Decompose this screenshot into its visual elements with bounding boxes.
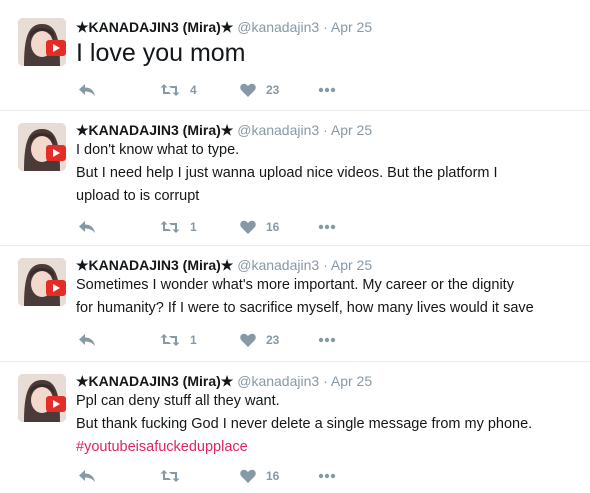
more-button[interactable] (318, 466, 336, 486)
tweet-text-line: upload to is corrupt (76, 188, 200, 204)
tweet[interactable]: ★KANADAJIN3 (Mira)★ @kanadajin3 · Apr 25… (0, 110, 590, 245)
like-count: 16 (266, 469, 280, 483)
tweet-text-line: Sometimes I wonder what's more important… (76, 277, 514, 293)
display-name[interactable]: ★KANADAJIN3 (Mira)★ (76, 257, 233, 273)
avatar-image (18, 18, 66, 66)
like-count: 23 (266, 83, 280, 97)
tweet-actions: 1 16 (76, 217, 476, 237)
tweet-text: Sometimes I wonder what's more important… (76, 274, 586, 320)
like-count: 23 (266, 333, 280, 347)
reply-button[interactable] (78, 80, 96, 100)
like-button[interactable]: 16 (240, 217, 279, 237)
separator-dot: · (323, 122, 328, 138)
like-icon (240, 333, 256, 347)
display-name[interactable]: ★KANADAJIN3 (Mira)★ (76, 122, 233, 138)
tweet-timestamp[interactable]: Apr 25 (331, 257, 372, 273)
tweet-header: ★KANADAJIN3 (Mira)★ @kanadajin3 · Apr 25 (76, 18, 372, 36)
more-icon (318, 224, 336, 230)
tweet-header: ★KANADAJIN3 (Mira)★ @kanadajin3 · Apr 25 (76, 121, 372, 139)
tweet-text-line: But I need help I just wanna upload nice… (76, 165, 498, 181)
reply-icon (79, 470, 95, 482)
more-button[interactable] (318, 330, 336, 350)
tweet-header: ★KANADAJIN3 (Mira)★ @kanadajin3 · Apr 25 (76, 372, 372, 390)
like-count: 16 (266, 220, 280, 234)
tweet-header: ★KANADAJIN3 (Mira)★ @kanadajin3 · Apr 25 (76, 256, 372, 274)
tweet-actions: 4 23 (76, 80, 476, 100)
tweet-actions: 1 23 (76, 330, 476, 350)
retweet-icon (160, 84, 180, 96)
tweet-timestamp[interactable]: Apr 25 (331, 19, 372, 35)
retweet-count: 1 (190, 220, 197, 234)
retweet-button[interactable]: 4 (160, 80, 197, 100)
retweet-count: 1 (190, 333, 197, 347)
like-icon (240, 220, 256, 234)
tweet-text-line: I love you mom (76, 39, 246, 67)
display-name[interactable]: ★KANADAJIN3 (Mira)★ (76, 373, 233, 389)
user-handle[interactable]: @kanadajin3 (237, 257, 319, 273)
avatar[interactable] (18, 18, 66, 66)
tweet-actions: 16 (76, 466, 476, 486)
user-handle[interactable]: @kanadajin3 (237, 373, 319, 389)
tweet-text: I love you mom (76, 38, 586, 68)
tweet-timestamp[interactable]: Apr 25 (331, 122, 372, 138)
avatar[interactable] (18, 258, 66, 306)
tweet-text-line: Ppl can deny stuff all they want. (76, 393, 280, 409)
reply-icon (79, 334, 95, 346)
reply-icon (79, 221, 95, 233)
more-button[interactable] (318, 217, 336, 237)
tweet[interactable]: ★KANADAJIN3 (Mira)★ @kanadajin3 · Apr 25… (0, 0, 590, 110)
retweet-icon (160, 221, 180, 233)
tweet[interactable]: ★KANADAJIN3 (Mira)★ @kanadajin3 · Apr 25… (0, 245, 590, 361)
retweet-count: 4 (190, 83, 197, 97)
like-button[interactable]: 16 (240, 466, 279, 486)
hashtag-link[interactable]: #youtubeisafuckedupplace (76, 436, 586, 459)
like-icon (240, 83, 256, 97)
retweet-icon (160, 470, 180, 482)
avatar-image (18, 258, 66, 306)
reply-button[interactable] (78, 466, 96, 486)
user-handle[interactable]: @kanadajin3 (237, 19, 319, 35)
tweet-text: Ppl can deny stuff all they want. But th… (76, 390, 586, 459)
more-icon (318, 337, 336, 343)
tweet-text-line: But thank fucking God I never delete a s… (76, 416, 533, 432)
avatar-image (18, 374, 66, 422)
like-button[interactable]: 23 (240, 330, 279, 350)
display-name[interactable]: ★KANADAJIN3 (Mira)★ (76, 19, 233, 35)
separator-dot: · (323, 373, 328, 389)
reply-icon (79, 84, 95, 96)
tweet-text-line: I don't know what to type. (76, 142, 240, 158)
tweet-timestamp[interactable]: Apr 25 (331, 373, 372, 389)
avatar[interactable] (18, 374, 66, 422)
retweet-button[interactable] (160, 466, 190, 486)
like-icon (240, 469, 256, 483)
retweet-button[interactable]: 1 (160, 217, 197, 237)
like-button[interactable]: 23 (240, 80, 279, 100)
reply-button[interactable] (78, 217, 96, 237)
retweet-icon (160, 334, 180, 346)
separator-dot: · (323, 257, 328, 273)
tweet-text-line: for humanity? If I were to sacrifice mys… (76, 300, 534, 316)
avatar[interactable] (18, 123, 66, 171)
avatar-image (18, 123, 66, 171)
separator-dot: · (323, 19, 328, 35)
reply-button[interactable] (78, 330, 96, 350)
more-icon (318, 87, 336, 93)
retweet-button[interactable]: 1 (160, 330, 197, 350)
more-icon (318, 473, 336, 479)
tweet[interactable]: ★KANADAJIN3 (Mira)★ @kanadajin3 · Apr 25… (0, 361, 590, 493)
tweet-text: I don't know what to type. But I need he… (76, 139, 586, 208)
user-handle[interactable]: @kanadajin3 (237, 122, 319, 138)
more-button[interactable] (318, 80, 336, 100)
